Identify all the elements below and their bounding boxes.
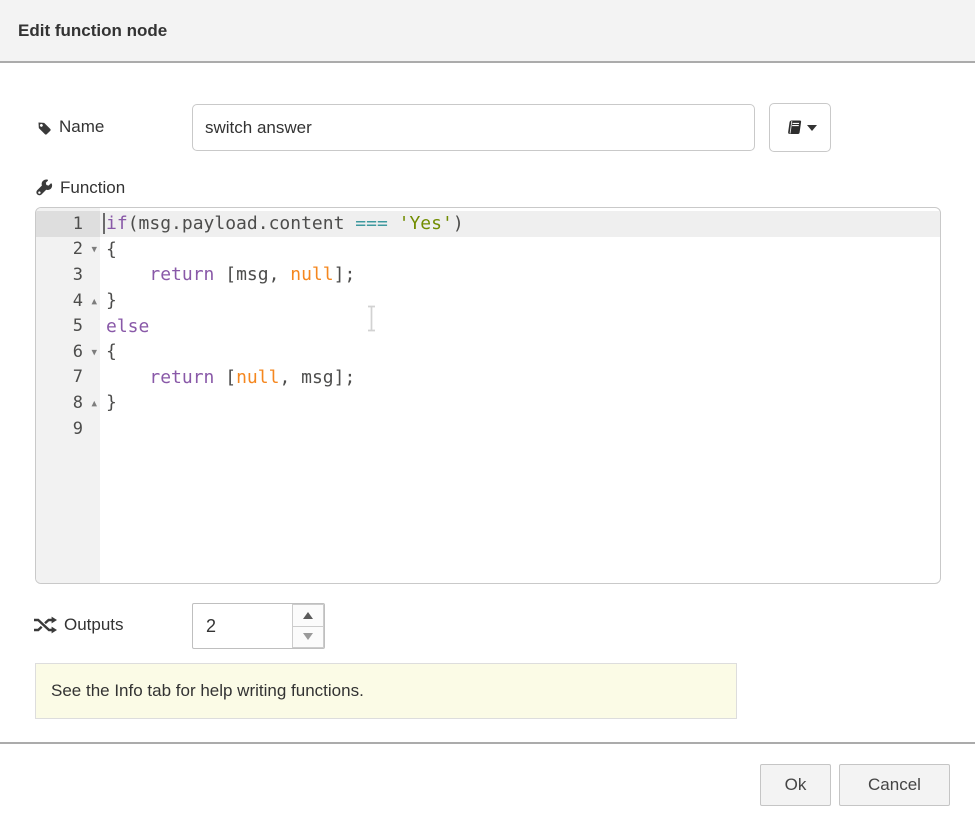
code-line-content[interactable]: else (100, 313, 940, 339)
arrow-up-icon (303, 612, 313, 619)
code-token-constant: null (290, 264, 333, 285)
fold-end-icon[interactable]: ▴ (91, 397, 97, 408)
outputs-input[interactable] (193, 604, 292, 648)
spinner-up-button[interactable] (292, 604, 324, 626)
line-number-text: 1 (73, 214, 83, 234)
code-token-plain: { (106, 341, 117, 362)
code-token-plain (388, 213, 399, 234)
line-number: 1 (36, 211, 100, 237)
code-line-content[interactable] (100, 416, 940, 442)
wrench-icon (35, 179, 53, 197)
outputs-spinner (192, 603, 325, 649)
name-label-text: Name (59, 117, 104, 137)
line-number: 3 (36, 262, 100, 288)
dialog-header: Edit function node (0, 0, 975, 63)
line-number-text: 5 (73, 316, 83, 336)
code-line[interactable]: 7 return [null, msg]; (36, 365, 940, 391)
code-token-keyword: else (106, 316, 149, 337)
line-number: 4▴ (36, 288, 100, 314)
fold-open-icon[interactable]: ▾ (91, 346, 97, 357)
function-label: Function (35, 178, 125, 198)
code-line-content[interactable]: } (100, 288, 940, 314)
code-token-operator: === (355, 213, 388, 234)
line-number-text: 2 (73, 239, 83, 259)
editor-caret (103, 213, 105, 234)
dialog-title: Edit function node (0, 21, 167, 41)
code-line-content[interactable]: return [null, msg]; (100, 365, 940, 391)
line-number: 8▴ (36, 390, 100, 416)
outputs-label: Outputs (33, 615, 124, 635)
arrow-down-icon (303, 633, 313, 640)
code-line[interactable]: 5 else (36, 313, 940, 339)
info-tip-text: See the Info tab for help writing functi… (51, 681, 364, 701)
code-token-plain: ]; (334, 264, 356, 285)
code-token-constant: null (236, 367, 279, 388)
info-tip: See the Info tab for help writing functi… (35, 663, 737, 719)
code-token-plain: { (106, 239, 117, 260)
code-line[interactable]: 4▴} (36, 288, 940, 314)
cancel-button[interactable]: Cancel (839, 764, 950, 806)
name-input[interactable] (192, 104, 755, 151)
code-line-content[interactable]: return [msg, null]; (100, 262, 940, 288)
code-token-plain: [msg, (214, 264, 290, 285)
code-line[interactable]: 1 if(msg.payload.content === 'Yes') (36, 211, 940, 237)
line-number: 6▾ (36, 339, 100, 365)
code-token-plain: } (106, 392, 117, 413)
code-token-plain: ) (453, 213, 464, 234)
code-line[interactable]: 8▴} (36, 390, 940, 416)
code-token-keyword: return (149, 264, 214, 285)
code-line[interactable]: 9 (36, 416, 940, 442)
code-token-plain (106, 367, 149, 388)
name-label: Name (35, 117, 104, 137)
code-line-content[interactable]: } (100, 390, 940, 416)
line-number-text: 3 (73, 265, 83, 285)
line-number: 2▾ (36, 237, 100, 263)
footer-divider (0, 742, 975, 744)
code-token-keyword: return (149, 367, 214, 388)
caret-down-icon (807, 125, 817, 131)
code-token-plain: [ (214, 367, 236, 388)
line-number-text: 7 (73, 367, 83, 387)
function-label-text: Function (60, 178, 125, 198)
ok-button[interactable]: Ok (760, 764, 831, 806)
line-number-text: 9 (73, 419, 83, 439)
random-icon (33, 616, 57, 634)
code-token-keyword: if (106, 213, 128, 234)
code-editor-lines: 1if(msg.payload.content === 'Yes')2▾{3 r… (36, 211, 940, 441)
code-line[interactable]: 2▾{ (36, 237, 940, 263)
code-token-plain: (msg.payload.content (128, 213, 356, 234)
code-line-content[interactable]: if(msg.payload.content === 'Yes') (100, 211, 940, 237)
line-number: 5 (36, 313, 100, 339)
line-number-text: 8 (73, 393, 83, 413)
code-line-content[interactable]: { (100, 237, 940, 263)
line-number: 7 (36, 365, 100, 391)
fold-end-icon[interactable]: ▴ (91, 295, 97, 306)
code-token-plain: , msg]; (279, 367, 355, 388)
edit-function-node-dialog: { "colors": { "header_bg": "#f3f3f3", "d… (0, 0, 975, 824)
code-editor[interactable]: 1if(msg.payload.content === 'Yes')2▾{3 r… (35, 207, 941, 584)
code-line[interactable]: 3 return [msg, null]; (36, 262, 940, 288)
code-line[interactable]: 6▾{ (36, 339, 940, 365)
line-number-text: 6 (73, 342, 83, 362)
code-token-string: 'Yes' (399, 213, 453, 234)
fold-open-icon[interactable]: ▾ (91, 244, 97, 255)
library-button[interactable] (769, 103, 831, 152)
line-number: 9 (36, 416, 100, 442)
tag-icon (35, 119, 52, 136)
line-number-text: 4 (73, 291, 83, 311)
spinner-buttons (292, 604, 324, 648)
spinner-down-button[interactable] (292, 626, 324, 649)
code-line-content[interactable]: { (100, 339, 940, 365)
book-icon (784, 119, 802, 137)
outputs-label-text: Outputs (64, 615, 124, 635)
code-token-plain: } (106, 290, 117, 311)
code-token-plain (106, 264, 149, 285)
